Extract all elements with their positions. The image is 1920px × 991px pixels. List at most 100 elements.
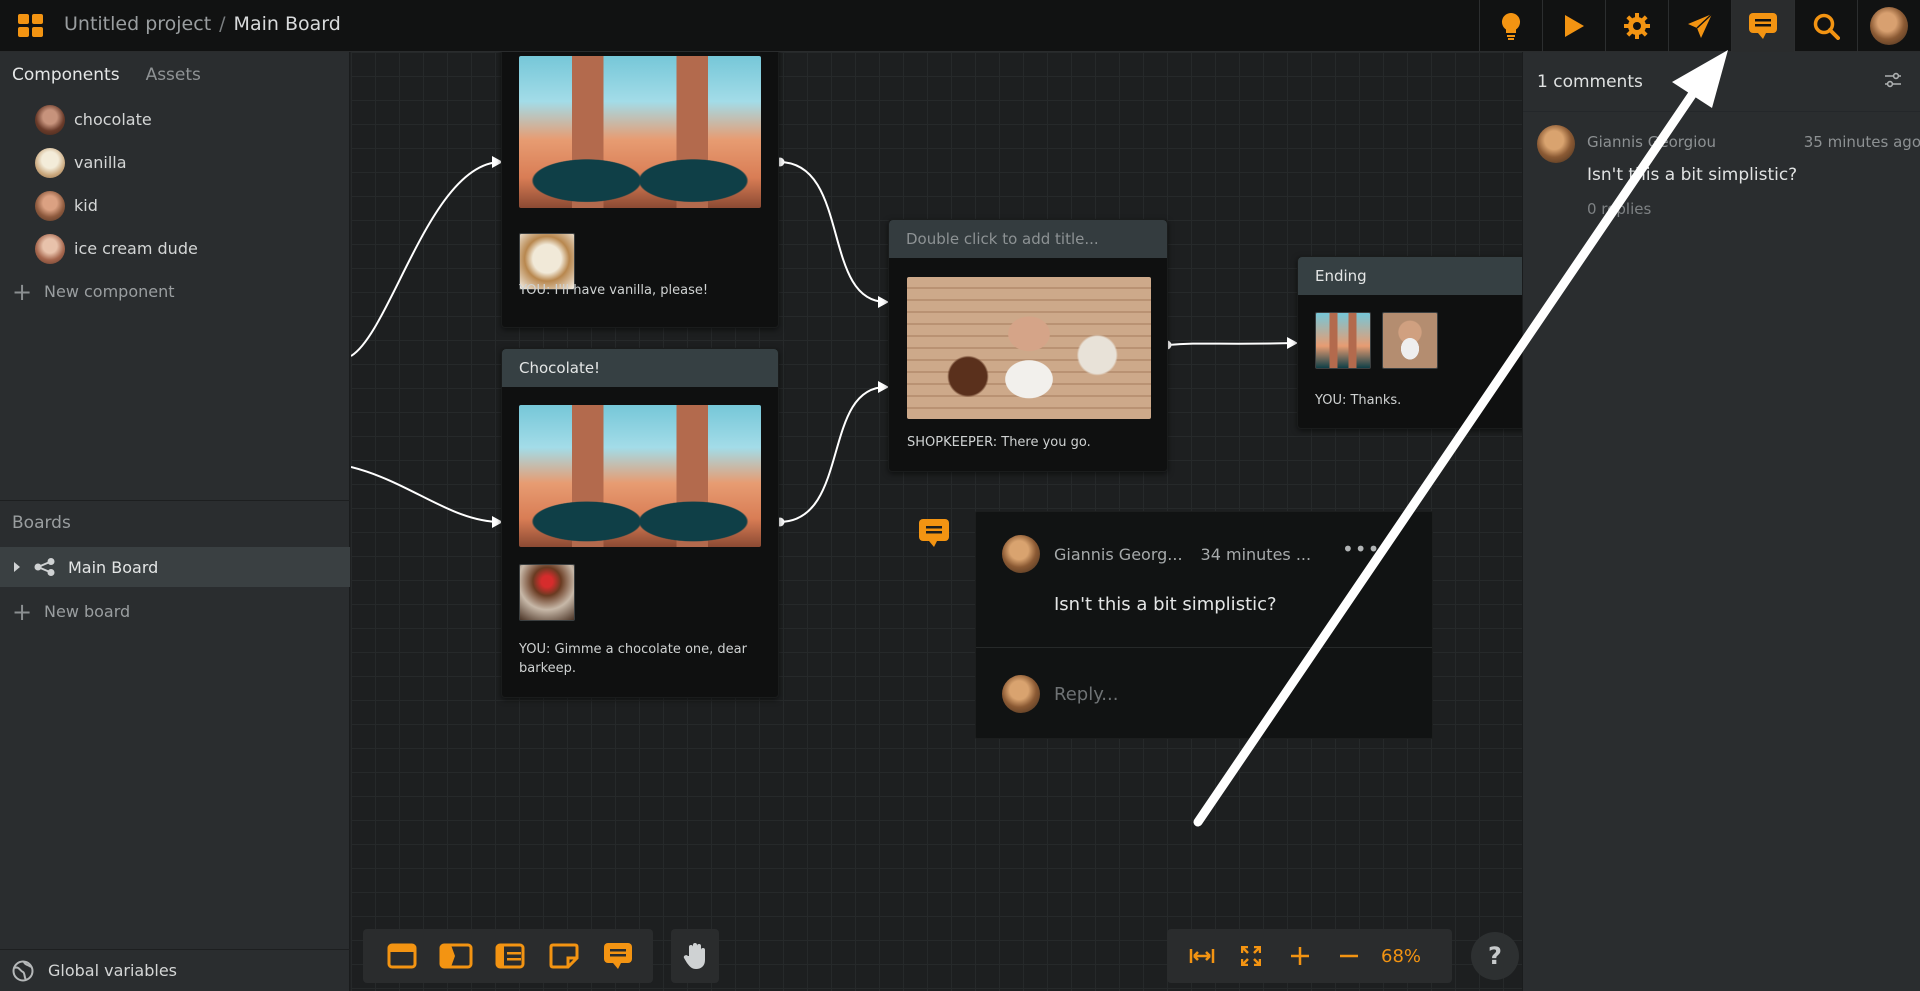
reply-row: Reply... (1002, 675, 1118, 713)
search-icon (1813, 13, 1840, 40)
component-item-chocolate[interactable]: chocolate (0, 98, 349, 141)
note-icon (549, 943, 579, 969)
reply-input[interactable]: Reply... (1054, 684, 1118, 705)
expand-caret-icon[interactable] (14, 562, 20, 572)
board-canvas[interactable]: YOU: I'll have vanilla, please! Chocolat… (351, 52, 1522, 991)
new-board-section: + New board (0, 590, 350, 633)
add-branch-button[interactable] (429, 943, 483, 969)
breadcrumb-board: Main Board (233, 13, 341, 35)
toolbar (1479, 0, 1920, 52)
breadcrumb-project[interactable]: Untitled project (64, 13, 211, 35)
boards-heading: Boards (0, 500, 350, 544)
story-node-vanilla[interactable]: YOU: I'll have vanilla, please! (501, 52, 779, 328)
apps-grid-icon[interactable] (18, 14, 44, 38)
node-image (907, 277, 1151, 419)
sidebar-tabs: Components Assets (0, 52, 349, 98)
user-avatar (1002, 675, 1040, 713)
globe-icon (12, 960, 34, 981)
minus-icon (1339, 954, 1358, 958)
add-list-button[interactable] (483, 943, 537, 969)
breadcrumb-separator: / (219, 13, 226, 35)
component-avatar (35, 104, 65, 135)
author-avatar (1002, 535, 1040, 573)
bulb-icon (1501, 12, 1521, 40)
hints-button[interactable] (1479, 0, 1542, 52)
play-button[interactable] (1542, 0, 1605, 52)
fullscreen-icon (1240, 946, 1261, 966)
search-button[interactable] (1794, 0, 1857, 52)
pan-tool-button[interactable] (671, 929, 719, 983)
user-menu-button[interactable] (1857, 0, 1920, 52)
send-icon (1688, 13, 1713, 38)
connection-line (778, 386, 887, 523)
node-tools-toolbar (363, 929, 653, 983)
gear-icon (1624, 13, 1650, 39)
node-title-placeholder[interactable]: Double click to add title... (889, 220, 1167, 258)
zoom-in-button[interactable] (1275, 946, 1324, 966)
component-label: ice cream dude (74, 239, 198, 258)
plus-icon: + (12, 277, 33, 306)
left-sidebar: Components Assets chocolate vanilla kid … (0, 52, 350, 991)
story-node-ending[interactable]: Ending YOU: Thanks. (1297, 256, 1522, 429)
fullscreen-button[interactable] (1226, 946, 1275, 966)
connection-line (351, 161, 502, 357)
connection-line (778, 161, 887, 303)
scene-icon (387, 943, 417, 969)
add-scene-button[interactable] (375, 943, 429, 969)
branch-icon (439, 943, 473, 969)
breadcrumb: Untitled project / Main Board (64, 13, 341, 35)
node-dialogue: YOU: Gimme a chocolate one, dear barkeep… (519, 642, 747, 676)
replies-count[interactable]: 0 replies (1587, 200, 1651, 218)
new-component-button[interactable]: + New component (0, 270, 349, 313)
plus-icon (1290, 947, 1309, 965)
plus-icon: + (12, 597, 33, 626)
tab-assets[interactable]: Assets (146, 65, 201, 85)
hand-icon (683, 943, 705, 969)
comment-time: 35 minutes ago (1803, 133, 1920, 151)
story-node-shopkeeper[interactable]: Double click to add title... SHOPKEEPER:… (888, 219, 1168, 472)
settings-button[interactable] (1605, 0, 1668, 52)
comment-text: Isn't this a bit simplistic? (1587, 165, 1798, 185)
board-label: Main Board (68, 557, 159, 577)
component-item-vanilla[interactable]: vanilla (0, 141, 349, 184)
global-variables-button[interactable]: Global variables (0, 949, 350, 991)
new-board-button[interactable]: + New board (0, 590, 350, 633)
comments-panel: 1 comments Giannis Georgiou 35 minutes a… (1522, 52, 1920, 991)
add-comment-button[interactable] (591, 942, 645, 970)
component-avatar (35, 147, 65, 178)
help-button[interactable]: ? (1471, 932, 1519, 980)
component-item-ice-cream-dude[interactable]: ice cream dude (0, 227, 349, 270)
board-tree-icon (34, 558, 55, 576)
zoom-out-button[interactable] (1324, 946, 1373, 966)
tab-components[interactable]: Components (12, 65, 120, 85)
node-image (519, 405, 761, 547)
comment-thread-popover: Giannis Georg... 34 minutes ... ••• Isn'… (975, 511, 1433, 739)
component-avatar (35, 190, 65, 221)
filter-icon[interactable] (1884, 72, 1902, 88)
comment-message: Isn't this a bit simplistic? (1054, 594, 1277, 615)
component-label: chocolate (74, 110, 152, 129)
publish-button[interactable] (1668, 0, 1731, 52)
new-component-label: New component (44, 282, 175, 301)
play-icon (1565, 15, 1584, 37)
comment-time: 34 minutes ... (1200, 544, 1312, 564)
node-dialogue: YOU: I'll have vanilla, please! (519, 283, 709, 298)
list-icon (495, 943, 525, 969)
component-label: kid (74, 196, 98, 215)
node-dialogue: SHOPKEEPER: There you go. (907, 435, 1091, 450)
add-note-button[interactable] (537, 943, 591, 969)
story-node-chocolate[interactable]: Chocolate! YOU: Gimme a chocolate one, d… (501, 348, 779, 698)
character-thumbnail (1382, 312, 1438, 369)
new-board-label: New board (44, 602, 131, 621)
global-variables-label: Global variables (48, 961, 178, 980)
fit-width-button[interactable] (1177, 947, 1226, 965)
comments-button[interactable] (1731, 0, 1794, 52)
comment-author: Giannis Georgiou (1587, 133, 1717, 151)
comment-icon (1749, 13, 1777, 39)
board-item-main-board[interactable]: Main Board (0, 547, 350, 587)
component-item-kid[interactable]: kid (0, 184, 349, 227)
comment-meta: Giannis Georg... 34 minutes ... (1002, 535, 1311, 573)
zoom-level[interactable]: 68% (1381, 946, 1421, 967)
comment-pin-icon[interactable] (918, 518, 950, 548)
comments-count: 1 comments (1523, 52, 1920, 112)
